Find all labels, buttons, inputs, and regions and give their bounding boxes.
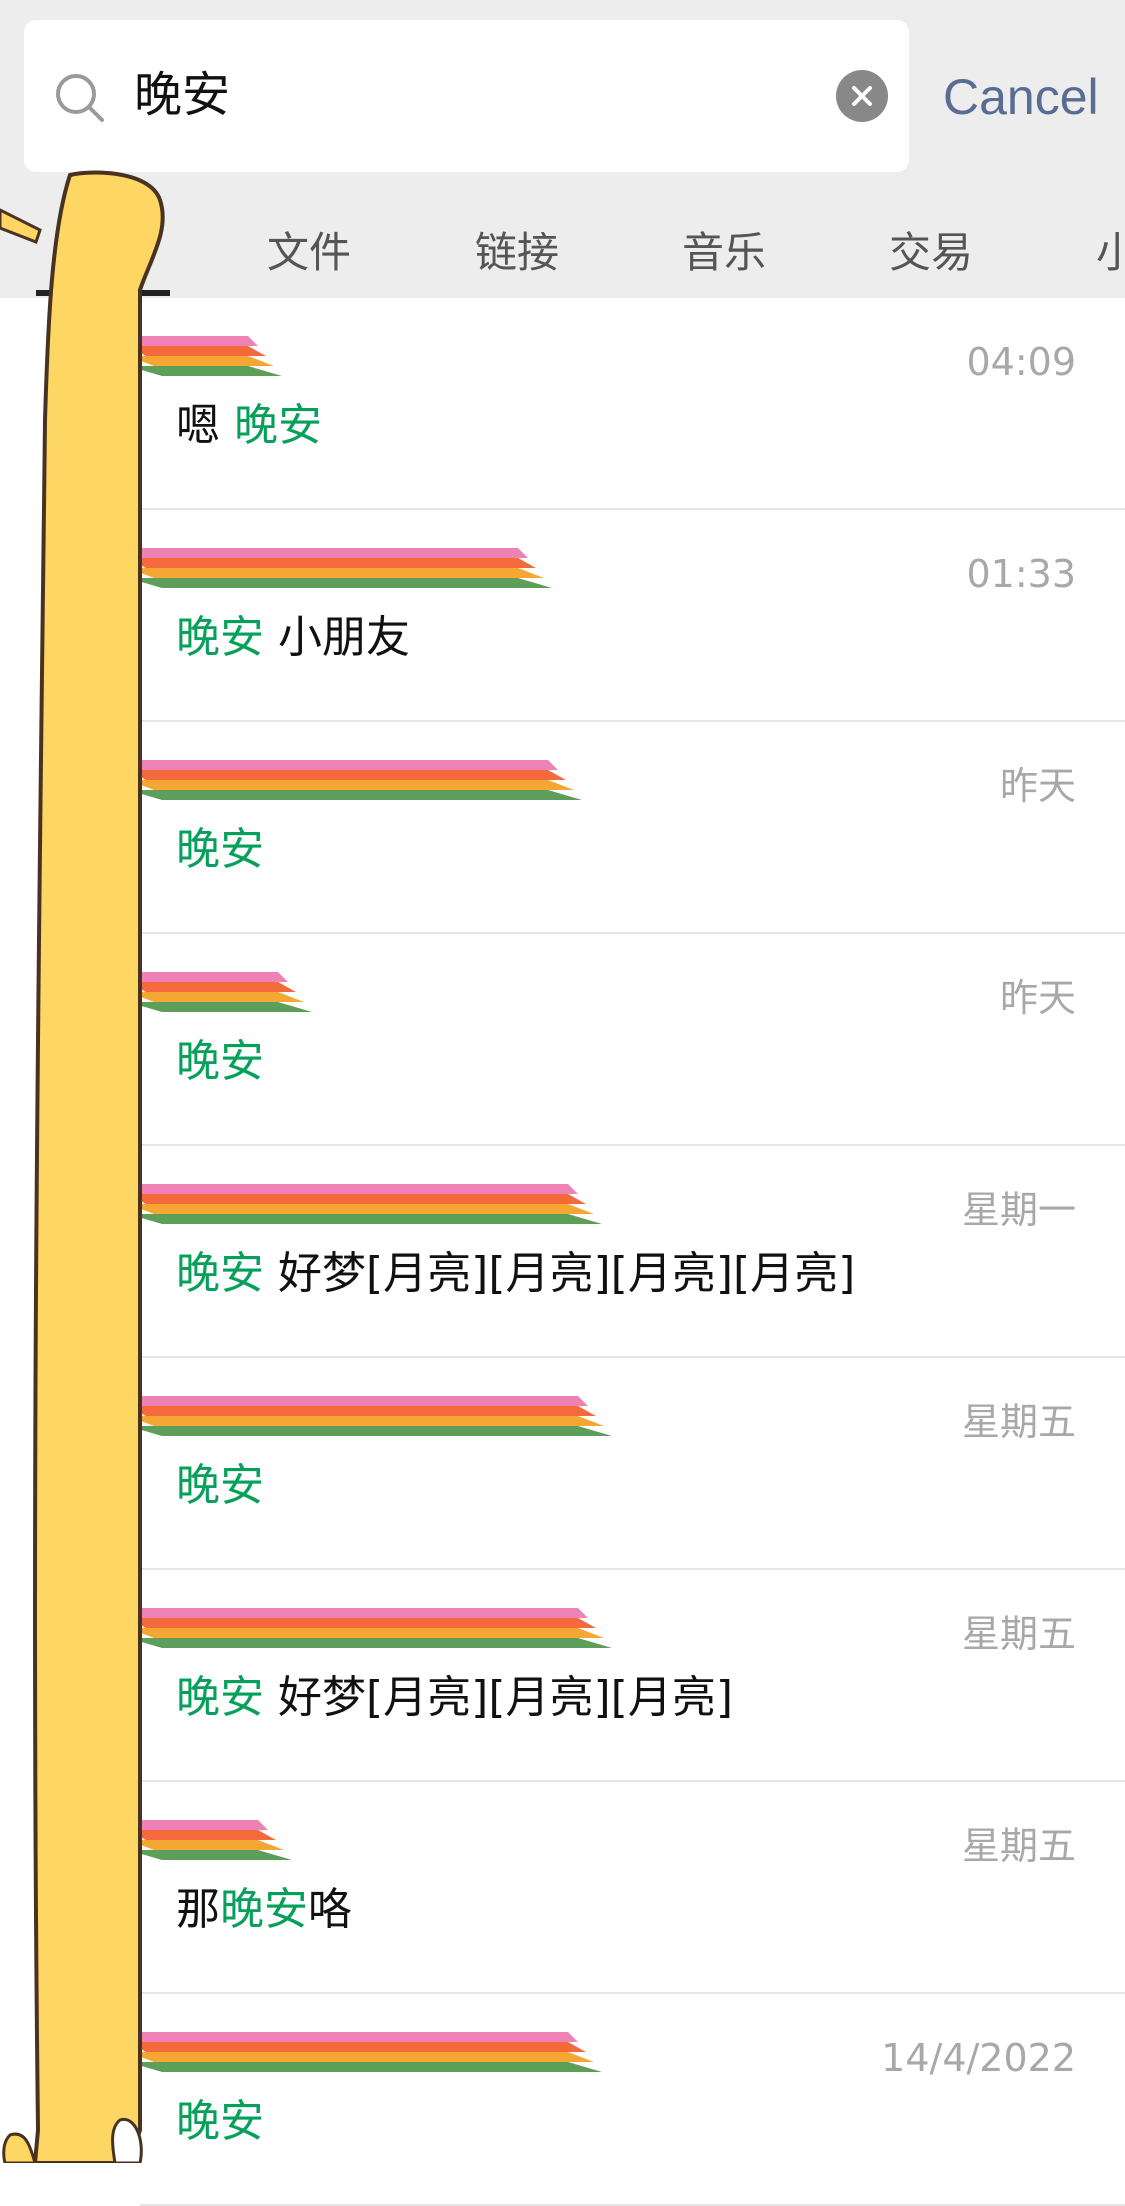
clear-x-icon — [852, 86, 872, 106]
search-input[interactable]: 晚安 — [24, 20, 909, 172]
message-text: 嗯 — [176, 400, 234, 451]
result-message: 晚安 好梦[月亮][月亮][月亮] — [176, 1666, 733, 1730]
result-message: 晚安 — [176, 2090, 264, 2154]
rainbow-stripe-decoration — [128, 1396, 612, 1436]
tab-transactions[interactable]: 交易 — [889, 223, 973, 283]
rainbow-stripe-decoration — [128, 1820, 292, 1860]
search-result-row[interactable]: 星期五晚安 — [0, 1358, 1125, 1570]
rainbow-stripe-decoration — [128, 1608, 612, 1648]
result-time: 星期一 — [961, 1188, 1076, 1232]
search-result-row[interactable]: 04:09 嗯 晚安 — [0, 298, 1125, 510]
message-text: 小朋友 — [264, 612, 410, 663]
rainbow-stripe-decoration — [128, 548, 552, 588]
search-result-row[interactable]: 01:33 晚安 小朋友 — [0, 510, 1125, 722]
highlighted-keyword: 晚安 — [220, 1884, 308, 1935]
search-result-row[interactable]: 昨天晚安 — [0, 934, 1125, 1146]
rainbow-stripe-decoration — [128, 1184, 602, 1224]
tab-music[interactable]: 音乐 — [682, 223, 766, 283]
result-message: 那晚安咯 — [176, 1878, 352, 1942]
search-result-row[interactable]: 星期一晚安 好梦[月亮][月亮][月亮][月亮] — [0, 1146, 1125, 1358]
search-result-row[interactable]: 星期五晚安 好梦[月亮][月亮][月亮] — [0, 1570, 1125, 1782]
message-text: 好梦[月亮][月亮][月亮] — [264, 1672, 733, 1723]
result-message: 晚安 — [176, 1454, 264, 1518]
message-text: 咯 — [308, 1884, 352, 1935]
search-query-text: 晚安 — [134, 67, 231, 123]
result-time: 星期五 — [961, 1824, 1076, 1868]
search-header: 晚安 Cancel 文件 链接 音乐 交易 小 — [0, 0, 1125, 298]
result-time: 昨天 — [999, 764, 1076, 808]
result-time: 昨天 — [999, 976, 1076, 1020]
result-message: 晚安 小朋友 — [176, 606, 410, 670]
search-result-row[interactable]: 昨天晚安 — [0, 722, 1125, 934]
search-icon — [56, 74, 104, 122]
highlighted-keyword: 晚安 — [176, 2096, 264, 2147]
clear-icon[interactable] — [836, 70, 888, 122]
rainbow-stripe-decoration — [128, 336, 282, 376]
highlighted-keyword: 晚安 — [176, 824, 264, 875]
result-message: 晚安 — [176, 1030, 264, 1094]
category-tabs: 文件 链接 音乐 交易 小 — [0, 215, 1125, 295]
cancel-button[interactable]: Cancel — [943, 62, 1099, 132]
message-text: 好梦[月亮][月亮][月亮][月亮] — [264, 1248, 856, 1299]
result-time: 星期五 — [961, 1612, 1076, 1656]
tab-links[interactable]: 链接 — [475, 223, 559, 283]
result-time: 星期五 — [961, 1400, 1076, 1444]
message-text: 那 — [176, 1884, 220, 1935]
rainbow-stripe-decoration — [128, 2032, 602, 2072]
active-tab-indicator — [36, 290, 170, 296]
highlighted-keyword: 晚安 — [176, 1248, 264, 1299]
highlighted-keyword: 晚安 — [234, 400, 322, 451]
highlighted-keyword: 晚安 — [176, 1460, 264, 1511]
result-time: 04:09 — [966, 340, 1076, 384]
search-result-row[interactable]: 星期五那晚安咯 — [0, 1782, 1125, 1994]
result-message: 晚安 好梦[月亮][月亮][月亮][月亮] — [176, 1242, 855, 1306]
highlighted-keyword: 晚安 — [176, 1672, 264, 1723]
tab-mini-programs[interactable]: 小 — [1096, 223, 1125, 283]
rainbow-stripe-decoration — [128, 972, 312, 1012]
highlighted-keyword: 晚安 — [176, 612, 264, 663]
result-time: 14/4/2022 — [881, 2036, 1076, 2080]
search-result-row[interactable]: 14/4/2022 晚安 — [0, 1994, 1125, 2206]
tab-files[interactable]: 文件 — [267, 223, 351, 283]
result-time: 01:33 — [966, 552, 1076, 596]
result-message: 晚安 — [176, 818, 264, 882]
result-message: 嗯 晚安 — [176, 394, 322, 458]
highlighted-keyword: 晚安 — [176, 1036, 264, 1087]
rainbow-stripe-decoration — [128, 760, 582, 800]
